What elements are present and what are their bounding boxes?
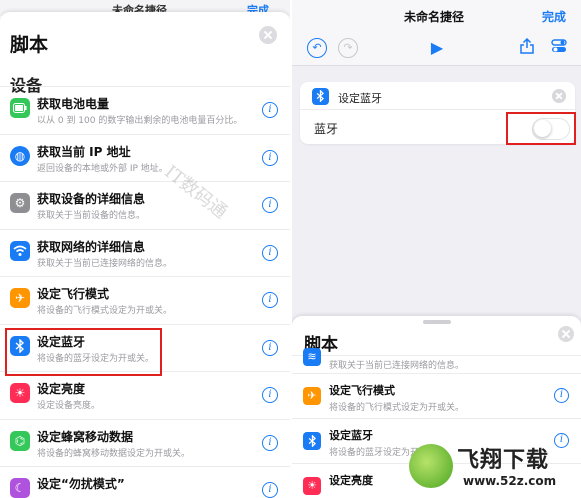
item-desc: 获取关于当前已连接网络的信息。 xyxy=(329,361,465,371)
list-item[interactable]: ⚙ 获取设备的详细信息 获取关于当前设备的信息。 i xyxy=(0,181,290,229)
logo-url: www.52z.com xyxy=(463,474,557,488)
item-desc: 将设备的飞行模式设定为开或关。 xyxy=(37,306,173,316)
item-title: 设定亮度 xyxy=(329,474,373,487)
info-icon[interactable]: i xyxy=(262,149,278,166)
info-icon[interactable]: i xyxy=(262,244,278,261)
list-item[interactable]: ✈ 设定飞行模式 将设备的飞行模式设定为开或关。 i xyxy=(292,373,581,418)
airplane-icon: ✈ xyxy=(10,288,30,308)
done-button[interactable]: 完成 xyxy=(542,8,566,25)
battery-icon xyxy=(10,98,30,118)
action-list: 获取电池电量 以从 0 到 100 的数字输出剩余的电池电量百分比。 i ◍ 获… xyxy=(0,86,290,498)
leaf-icon xyxy=(409,444,453,488)
item-title: 设定飞行模式 xyxy=(37,287,110,301)
list-item[interactable]: 获取电池电量 以从 0 到 100 的数字输出剩余的电池电量百分比。 i xyxy=(0,86,290,134)
info-icon[interactable]: i xyxy=(262,197,278,213)
item-title: 获取当前 IP 地址 xyxy=(37,144,131,159)
airplane-icon: ✈ xyxy=(303,387,321,405)
sun-icon: ☀ xyxy=(10,383,30,403)
list-item[interactable]: ⌬ 设定蜂窝移动数据 将设备的蜂窝移动数据设定为开或关。 i xyxy=(0,418,290,467)
item-desc: 将设备的飞行模式设定为开或关。 xyxy=(329,403,465,413)
list-item[interactable]: ◍ 获取当前 IP 地址 返回设备的本地或外部 IP 地址。 i xyxy=(0,133,290,182)
item-desc: 获取关于当前已连接网络的信息。 xyxy=(37,258,173,269)
wifi-icon xyxy=(10,240,30,261)
redo-icon[interactable]: ↷ xyxy=(338,38,358,58)
play-icon[interactable]: ▶ xyxy=(427,38,447,58)
highlight-box xyxy=(5,328,162,376)
info-icon[interactable]: i xyxy=(554,388,569,403)
list-item[interactable]: ☀ 设定亮度 设定设备亮度。 i xyxy=(0,371,290,419)
navbar: 未命名捷径 完成 ↶ ↷ ▶ xyxy=(292,0,581,66)
moon-icon: ☾ xyxy=(10,478,30,498)
list-item[interactable]: 获取网络的详细信息 获取关于当前已连接网络的信息。 i xyxy=(0,228,290,277)
info-icon[interactable]: i xyxy=(262,292,278,308)
globe-icon: ◍ xyxy=(10,145,30,166)
list-item[interactable]: ☾ 设定“勿扰模式” i xyxy=(0,466,290,498)
item-title: 获取网络的详细信息 xyxy=(37,239,146,254)
left-panel: 未命名捷径 完成 脚本 设备 获取电池电量 以从 0 到 100 的数字输出剩余… xyxy=(0,0,290,498)
close-icon[interactable] xyxy=(558,326,574,342)
item-title: 设定亮度 xyxy=(37,382,86,396)
bluetooth-icon xyxy=(312,88,329,105)
info-icon[interactable]: i xyxy=(262,434,278,451)
item-desc: 以从 0 到 100 的数字输出剩余的电池电量百分比。 xyxy=(37,116,243,126)
info-icon[interactable]: i xyxy=(262,102,278,118)
item-title: 设定蜂窝移动数据 xyxy=(37,429,134,444)
item-title: 设定“勿扰模式” xyxy=(37,477,125,491)
item-desc: 返回设备的本地或外部 IP 地址。 xyxy=(37,163,168,174)
sun-icon: ☀ xyxy=(303,477,321,495)
site-logo: 飞翔下载 www.52z.com xyxy=(405,440,581,498)
logo-name: 飞翔下载 xyxy=(457,448,550,473)
info-icon[interactable]: i xyxy=(262,339,278,356)
item-desc: 设定设备亮度。 xyxy=(37,401,101,411)
item-title: 获取设备的详细信息 xyxy=(37,192,146,206)
item-title: 设定蓝牙 xyxy=(329,429,373,442)
item-desc: 将设备的蜂窝移动数据设定为开或关。 xyxy=(37,448,191,459)
card-title: 设定蓝牙 xyxy=(338,92,382,105)
info-icon[interactable]: i xyxy=(262,387,278,403)
right-panel: 未命名捷径 完成 ↶ ↷ ▶ 设定蓝牙 蓝牙 脚本 ≋ 获取关于当前已连接网络的… xyxy=(292,0,581,498)
info-icon[interactable]: i xyxy=(262,482,278,498)
item-title: 设定飞行模式 xyxy=(329,384,395,397)
page-title: 未命名捷径 xyxy=(404,10,465,24)
antenna-icon: ⌬ xyxy=(10,430,30,451)
share-icon[interactable] xyxy=(517,37,537,58)
remove-action-icon[interactable] xyxy=(552,89,566,103)
highlight-box xyxy=(506,112,576,145)
wifi-icon: ≋ xyxy=(303,348,321,366)
list-item[interactable]: ✈ 设定飞行模式 将设备的飞行模式设定为开或关。 i xyxy=(0,276,290,324)
item-title: 获取电池电量 xyxy=(37,97,110,111)
settings-toggle-icon[interactable] xyxy=(549,38,569,58)
card-header: 设定蓝牙 xyxy=(300,82,575,110)
list-item[interactable]: ≋ 获取关于当前已连接网络的信息。 xyxy=(292,348,581,373)
close-icon[interactable] xyxy=(259,26,277,44)
sheet-title: 脚本 xyxy=(10,34,49,56)
item-desc: 获取关于当前设备的信息。 xyxy=(37,211,146,221)
bluetooth-label: 蓝牙 xyxy=(314,122,339,136)
bluetooth-icon xyxy=(303,432,321,450)
screenshot-root: 未命名捷径 完成 脚本 设备 获取电池电量 以从 0 到 100 的数字输出剩余… xyxy=(0,0,581,498)
gear-icon: ⚙ xyxy=(10,193,30,213)
undo-icon[interactable]: ↶ xyxy=(307,38,327,58)
sheet-grabber[interactable] xyxy=(423,320,451,324)
